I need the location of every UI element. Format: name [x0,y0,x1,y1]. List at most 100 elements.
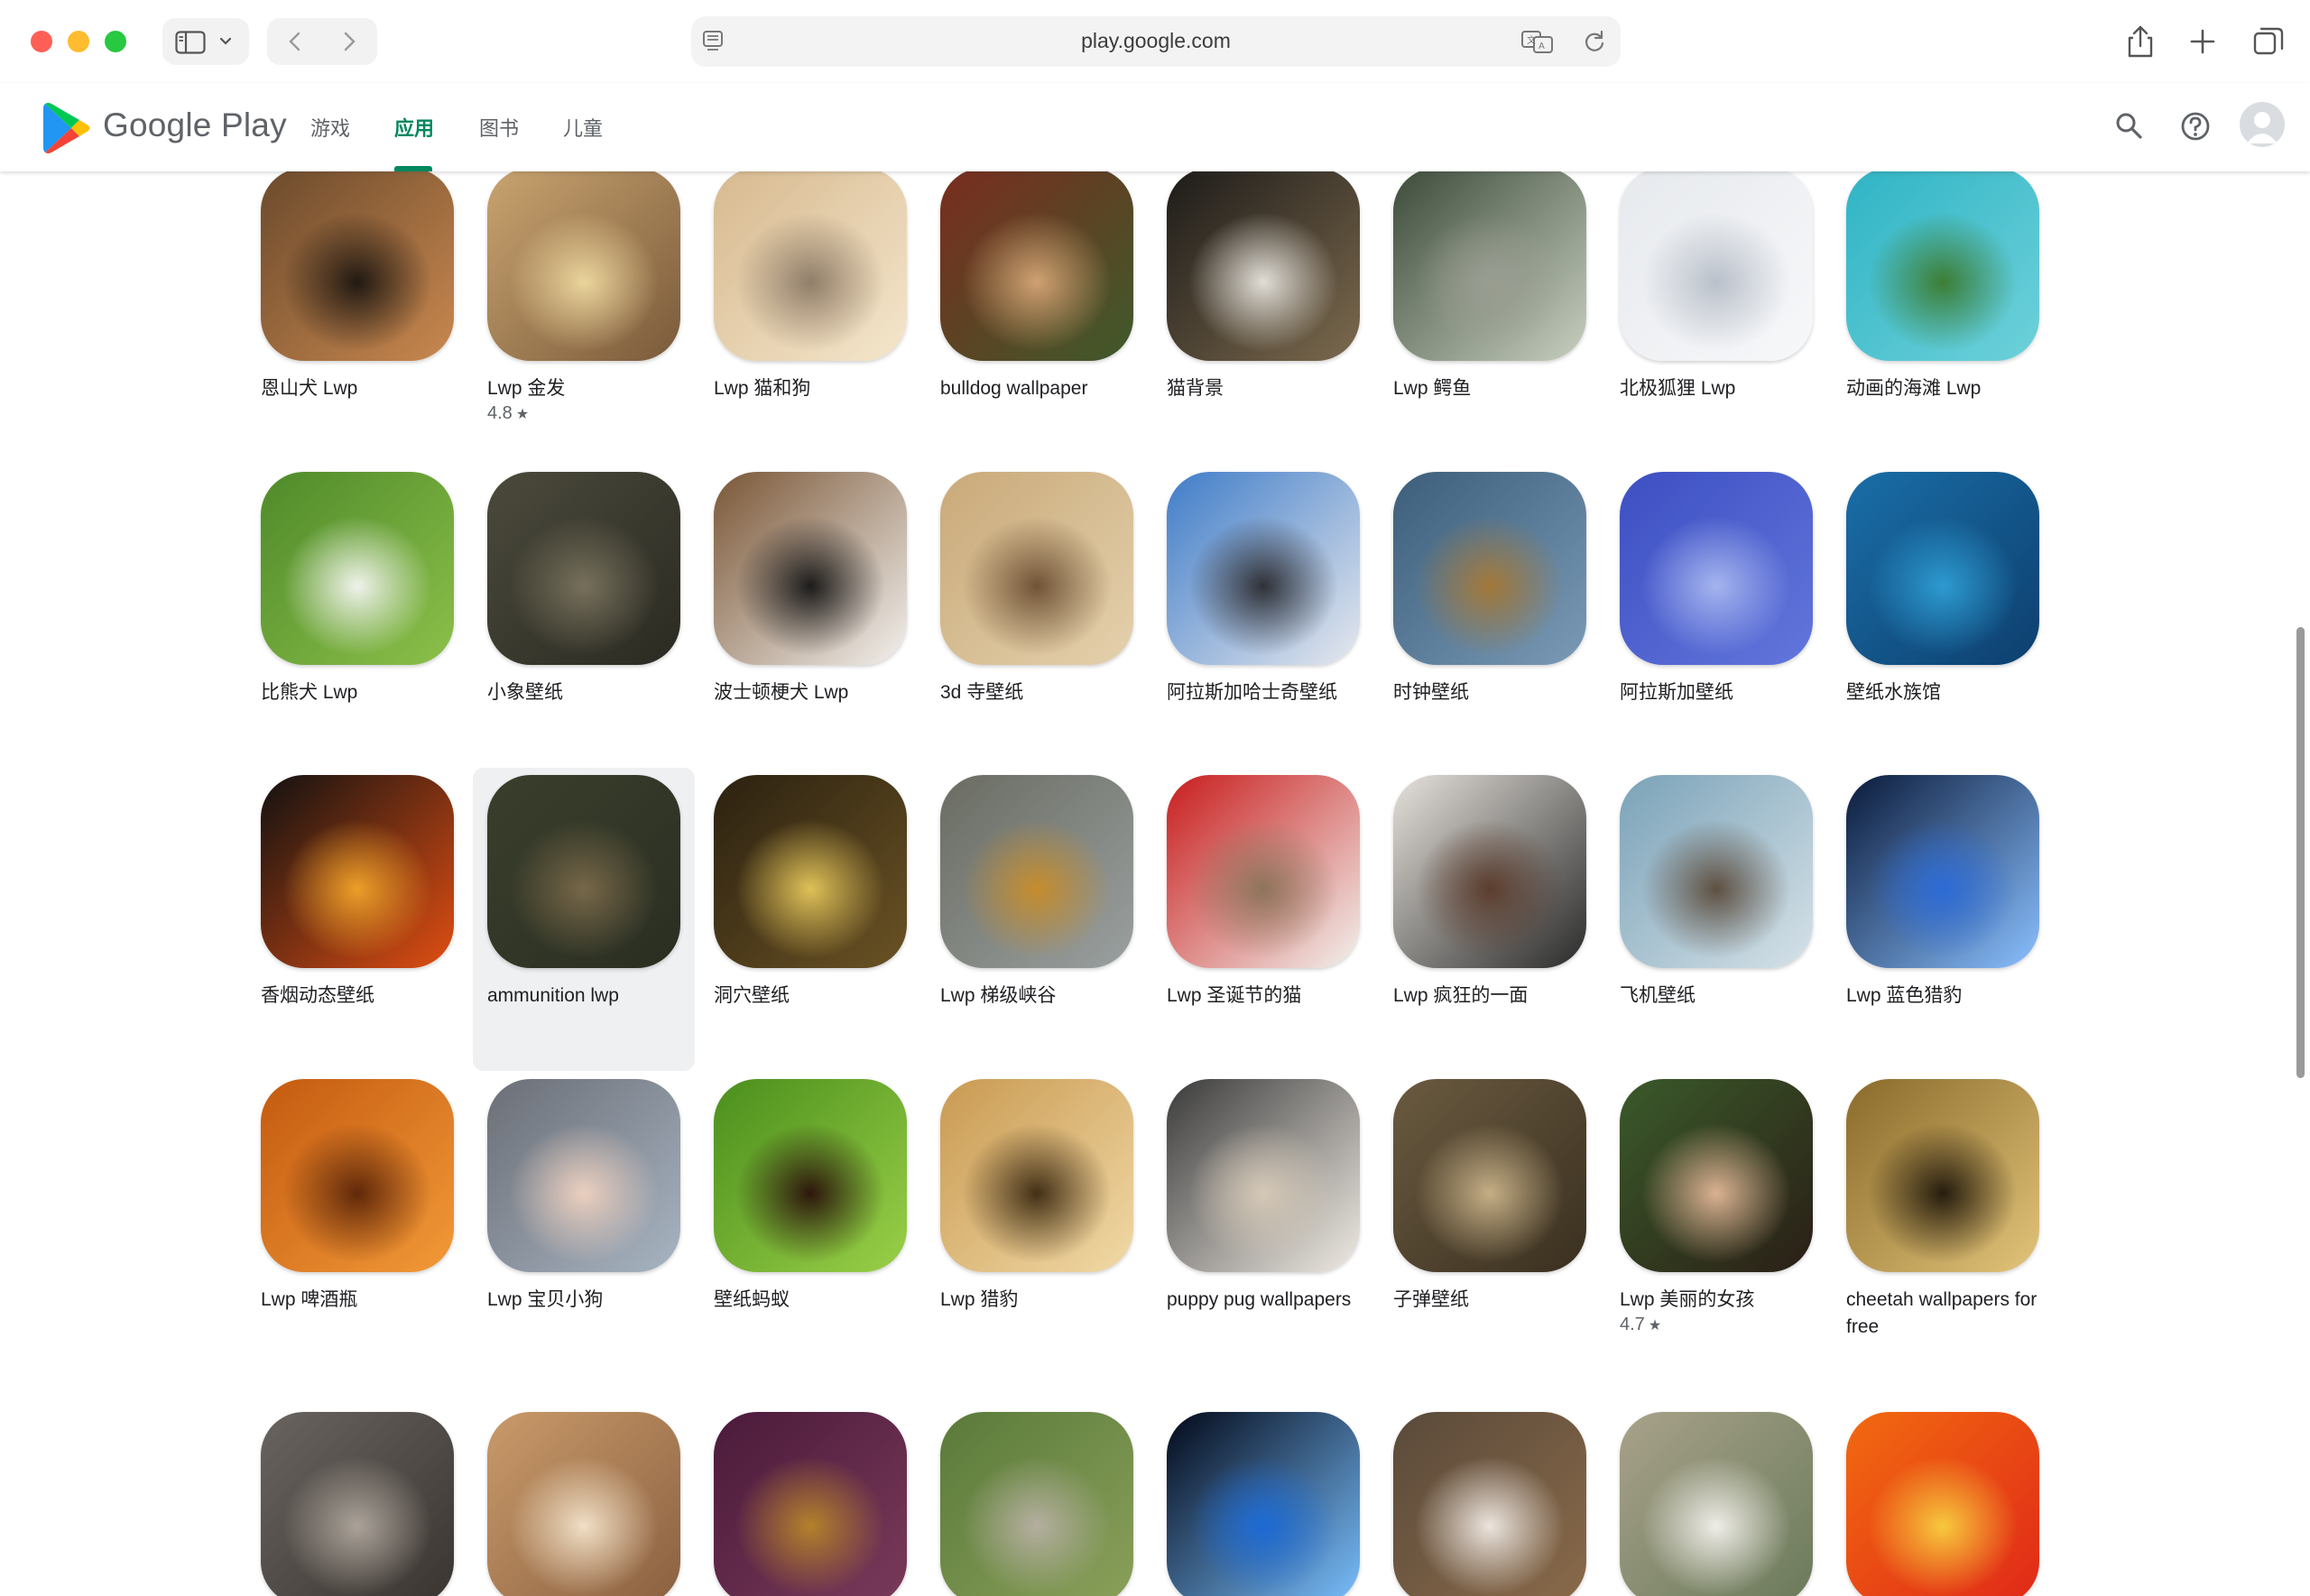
snow-landscape-icon[interactable] [1620,472,1813,665]
husky-icon[interactable] [1167,472,1360,665]
baby-puppy-icon[interactable] [487,1079,680,1272]
app-tile[interactable] [473,1405,695,1596]
ant-icon[interactable] [714,1079,907,1272]
reload-icon[interactable] [1583,30,1606,53]
beer-bottle-icon[interactable] [261,1079,454,1272]
window-maximize-button[interactable] [105,31,126,52]
app-tile[interactable]: 动画的海滩 Lwp [1832,171,2054,431]
app-tile[interactable]: 洞穴壁纸 [699,768,921,1038]
black-white-cat-icon[interactable] [1167,171,1360,361]
ammunition-icon[interactable] [487,775,680,968]
beach-boat-icon[interactable] [1846,171,2039,361]
app-tile[interactable] [699,1405,921,1596]
kitten-icon[interactable] [940,1412,1133,1596]
owl-icon[interactable] [714,1412,907,1596]
cheetah-icon[interactable] [940,1079,1133,1272]
app-tile[interactable]: Lwp 鳄鱼 [1379,171,1601,431]
bunny-icon[interactable] [487,1412,680,1596]
app-tile[interactable]: 香烟动态壁纸 [246,768,468,1038]
ballerina-icon[interactable] [1620,1412,1813,1596]
tab-kids[interactable]: 儿童 [563,113,603,142]
blue-leopard-icon[interactable] [1846,775,2039,968]
search-icon[interactable] [2110,106,2149,146]
app-tile[interactable]: puppy pug wallpapers [1152,1072,1374,1342]
share-icon[interactable] [2122,23,2158,60]
translate-icon[interactable]: 文 A [1521,30,1554,53]
chihuahua-icon[interactable] [1393,1412,1586,1596]
app-tile[interactable]: 阿拉斯加壁纸 [1605,465,1827,735]
boston-terrier-icon[interactable] [714,472,907,665]
cave-icon[interactable] [714,775,907,968]
bomber-plane-icon[interactable] [1620,775,1813,968]
beautiful-girl-icon[interactable] [1620,1079,1813,1272]
google-play-logo-icon[interactable] [42,101,92,155]
app-tile[interactable]: 3d 寺壁纸 [926,465,1148,735]
aquarium-icon[interactable] [1846,472,2039,665]
page-scrollbar-thumb[interactable] [2296,627,2305,1078]
crocodile-icon[interactable] [1393,171,1586,361]
app-tile[interactable]: bulldog wallpaper [926,171,1148,431]
crazy-face-icon[interactable] [1393,775,1586,968]
tab-apps[interactable]: 应用 [394,113,434,142]
app-tile[interactable]: 壁纸蚂蚁 [699,1072,921,1342]
forward-arrow-icon[interactable] [337,31,359,52]
tab-games[interactable]: 游戏 [310,113,350,142]
app-tile[interactable]: Lwp 梯级峡谷 [926,768,1148,1038]
app-tile[interactable]: Lwp 猎豹 [926,1072,1148,1342]
app-tile[interactable]: 壁纸水族馆 [1832,465,2054,735]
app-tile[interactable]: 飞机壁纸 [1605,768,1827,1038]
app-tile[interactable]: 北极狐狸 Lwp [1605,171,1827,431]
blue-flame-icon[interactable] [1167,1412,1360,1596]
app-tile[interactable]: 恩山犬 Lwp [246,171,468,431]
app-tile[interactable] [246,1405,468,1596]
app-tile[interactable]: Lwp 金发 4.8 ★ [473,171,695,431]
app-tile[interactable] [1379,1405,1601,1596]
bichon-dog-icon[interactable] [261,472,454,665]
app-tile[interactable]: 子弹壁纸 [1379,1072,1601,1342]
app-tile[interactable]: Lwp 宝贝小狗 [473,1072,695,1342]
app-tile[interactable] [1152,1405,1374,1596]
temple-icon[interactable] [940,472,1133,665]
tab-books[interactable]: 图书 [479,113,519,142]
help-icon[interactable] [2176,106,2215,146]
cigarette-icon[interactable] [261,775,454,968]
app-tile[interactable]: Lwp 蓝色猎豹 [1832,768,2054,1038]
bullets-icon[interactable] [1393,1079,1586,1272]
app-tile[interactable]: Lwp 啤酒瓶 [246,1072,468,1342]
address-bar[interactable]: play.google.com 文 A [691,16,1621,67]
back-arrow-icon[interactable] [285,31,307,52]
store-brand[interactable]: Google Play [103,106,287,144]
account-avatar[interactable] [2240,102,2285,147]
app-tile[interactable]: Lwp 猫和狗 [699,171,921,431]
bulldog-icon[interactable] [940,171,1133,361]
app-tile[interactable]: 波士顿梗犬 Lwp [699,465,921,735]
sidebar-toggle-button[interactable] [162,18,249,65]
new-tab-icon[interactable] [2185,23,2221,60]
app-tile[interactable]: 时钟壁纸 [1379,465,1601,735]
christmas-cat-icon[interactable] [1167,775,1360,968]
app-tile[interactable]: 阿拉斯加哈士奇壁纸 [1152,465,1374,735]
app-tile[interactable]: 猫背景 [1152,171,1374,431]
sleeping-cat-icon[interactable] [261,1412,454,1596]
pug-icon[interactable] [1167,1079,1360,1272]
app-tile[interactable]: Lwp 美丽的女孩 4.7 ★ [1605,1072,1827,1342]
app-tile[interactable] [1832,1405,2054,1596]
jaguar-icon[interactable] [1846,1079,2039,1272]
tab-overview-icon[interactable] [2250,23,2287,60]
app-tile[interactable]: 小象壁纸 [473,465,695,735]
bernese-dog-icon[interactable] [261,171,454,361]
blonde-woman-icon[interactable] [487,171,680,361]
elephant-icon[interactable] [487,472,680,665]
window-close-button[interactable] [31,31,52,52]
puppy-kitten-icon[interactable] [714,171,907,361]
app-tile[interactable]: Lwp 疯狂的一面 [1379,768,1601,1038]
clock-tree-icon[interactable] [1393,472,1586,665]
app-tile[interactable]: 比熊犬 Lwp [246,465,468,735]
canyon-icon[interactable] [940,775,1133,968]
arctic-fox-icon[interactable] [1620,171,1813,361]
light-streak-icon[interactable] [1846,1412,2039,1596]
window-minimize-button[interactable] [68,31,89,52]
app-tile[interactable]: Lwp 圣诞节的猫 [1152,768,1374,1038]
app-tile[interactable]: ammunition lwp [473,768,695,1071]
app-tile[interactable] [1605,1405,1827,1596]
